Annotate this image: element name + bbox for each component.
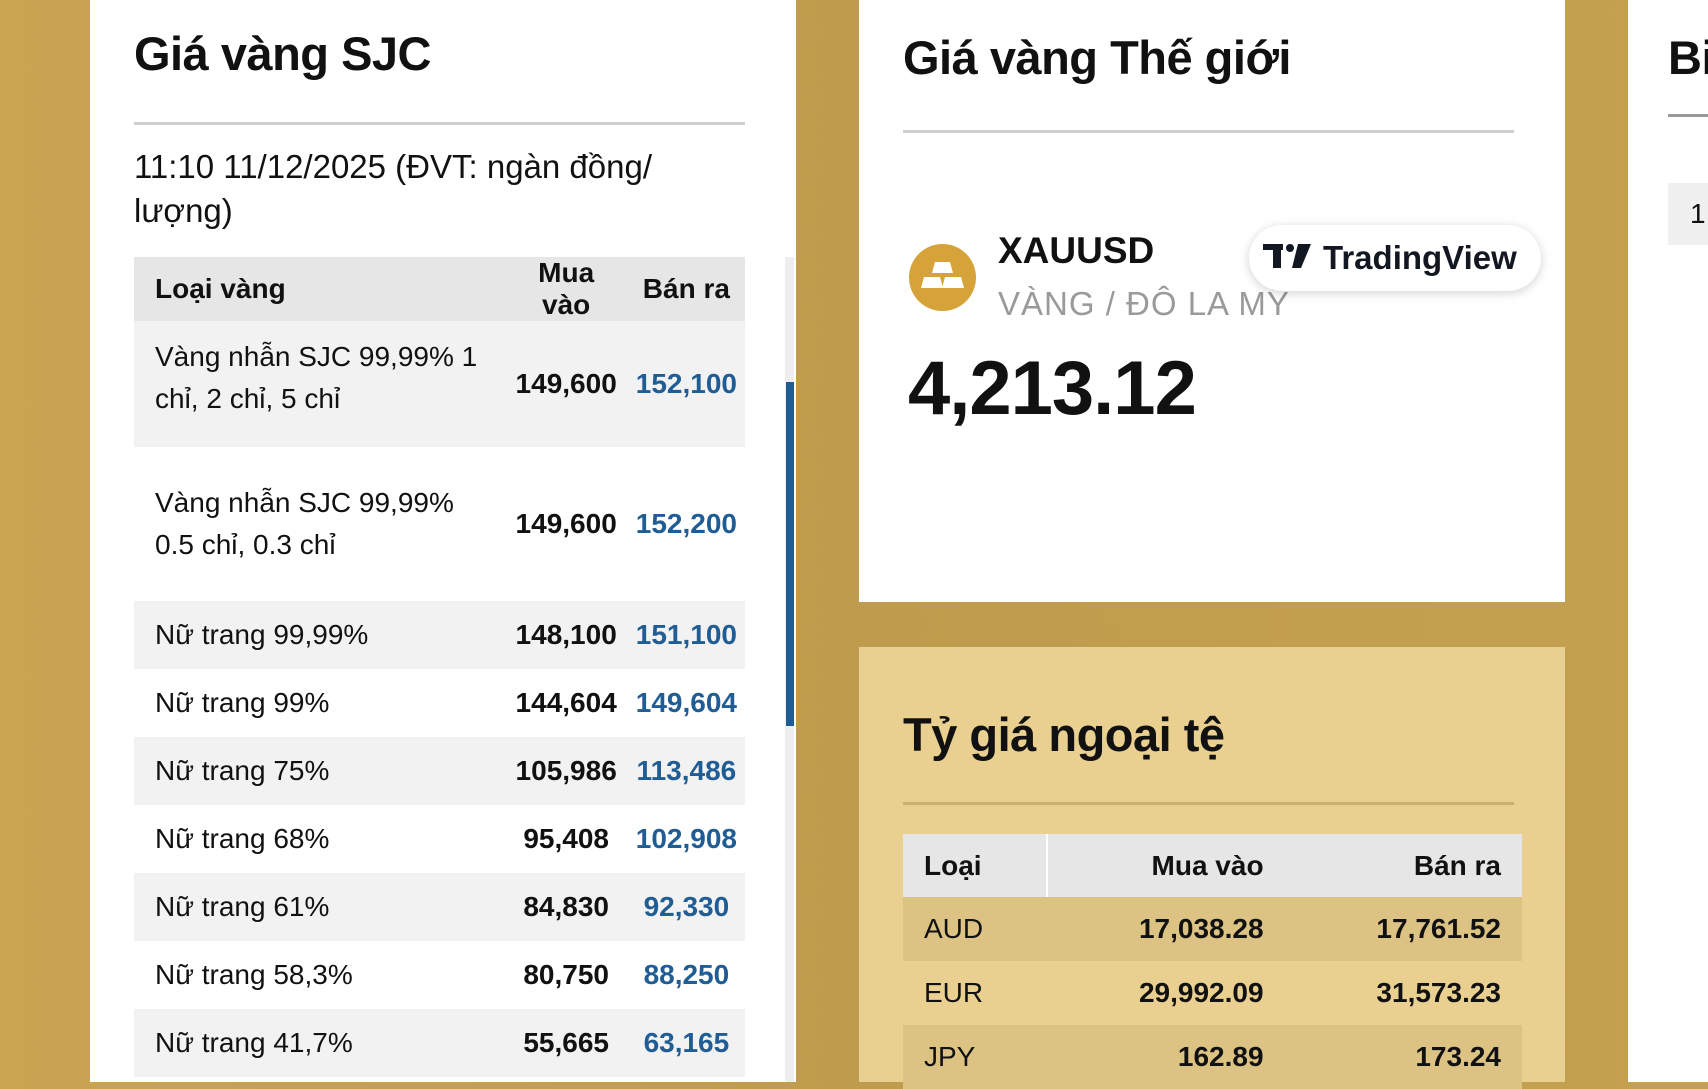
world-title: Giá vàng Thế giới <box>903 31 1291 84</box>
gold-type: Nữ trang 61% <box>134 873 505 941</box>
right-divider <box>1668 114 1708 117</box>
sell-price: 152,200 <box>635 508 737 539</box>
sell-price: 102,908 <box>635 823 737 854</box>
buy-price: 84,830 <box>504 873 628 941</box>
buy-price: 105,986 <box>504 737 628 805</box>
table-row: Vàng nhẫn SJC 99,99% 0.5 chỉ, 0.3 chỉ 149… <box>134 447 745 601</box>
table-row: AUD 17,038.28 17,761.52 <box>903 897 1522 961</box>
right-panel-title: Bi <box>1668 31 1708 84</box>
sell-price: 113,486 <box>627 737 745 805</box>
table-row: Nữ trang 41,7% 55,665 63,165 <box>134 1009 745 1077</box>
table-row: Vàng nhẫn SJC 99,99% 1 chỉ, 2 chỉ, 5 chỉ… <box>134 321 745 447</box>
ticker-description: VÀNG / ĐÔ LA MỸ <box>998 285 1290 322</box>
right-panel-partial: Bi 1 <box>1628 0 1708 1082</box>
col-fx-sell: Bán ra <box>1284 834 1522 897</box>
right-tab[interactable]: 1 <box>1668 183 1708 245</box>
buy-price: 148,100 <box>504 601 628 669</box>
col-currency: Loại <box>903 834 1049 897</box>
buy-price: 55,665 <box>504 1009 628 1077</box>
gold-price: 4,213.12 <box>908 346 1197 431</box>
sell-price: 63,165 <box>627 1009 745 1077</box>
gold-type: Nữ trang 41,7% <box>134 1009 505 1077</box>
fx-buy: 17,038.28 <box>1047 897 1285 961</box>
sell-price: 152,100 <box>627 321 745 447</box>
tradingview-logo-icon <box>1263 243 1313 274</box>
currency-code: AUD <box>903 897 1048 961</box>
table-row: EUR 29,992.09 31,573.23 <box>903 961 1522 1025</box>
fx-divider <box>903 802 1514 805</box>
fx-buy: 162.89 <box>1047 1025 1285 1089</box>
fx-rate-table: Loại Mua vào Bán ra AUD 17,038.28 17,761.5… <box>903 834 1522 1089</box>
sjc-updated-time: 11:10 11/12/2025 (ĐVT: ngàn đồng/ lượng) <box>134 148 653 229</box>
buy-price: 144,604 <box>515 687 617 718</box>
sjc-table-scroll[interactable]: Loại vàng Mua vào Bán ra Vàng nhẫn SJC 9… <box>134 257 745 1082</box>
fx-title: Tỷ giá ngoại tệ <box>903 708 1225 761</box>
tradingview-label: TradingView <box>1323 239 1517 276</box>
table-row: Nữ trang 99% 144,604 149,604 <box>134 669 745 737</box>
table-row: JPY 162.89 173.24 <box>903 1025 1522 1089</box>
gold-type: Vàng nhẫn SJC 99,99% 0.5 chỉ, 0.3 chỉ <box>155 487 454 560</box>
fx-sell: 17,761.52 <box>1284 897 1522 961</box>
ticker-symbol[interactable]: XAUUSD <box>998 230 1154 272</box>
table-row: Nữ trang 75% 105,986 113,486 <box>134 737 745 805</box>
fx-sell: 31,573.23 <box>1376 977 1501 1008</box>
sjc-title: Giá vàng SJC <box>134 27 432 80</box>
gold-bars-icon <box>909 244 976 311</box>
fx-buy: 29,992.09 <box>1138 977 1264 1008</box>
buy-price: 80,750 <box>523 959 609 990</box>
gold-type: Nữ trang 99,99% <box>134 601 505 669</box>
col-fx-buy: Mua vào <box>1047 834 1285 897</box>
sell-price: 151,100 <box>627 601 745 669</box>
currency-code: JPY <box>903 1025 1048 1089</box>
col-gold-type: Loại vàng <box>134 257 505 321</box>
world-divider <box>903 130 1514 133</box>
sell-price: 88,250 <box>643 959 730 990</box>
sjc-price-table: Loại vàng Mua vào Bán ra Vàng nhẫn SJC 9… <box>134 257 745 1077</box>
table-row: Nữ trang 99,99% 148,100 151,100 <box>134 601 745 669</box>
sjc-scrollbar-thumb[interactable] <box>786 382 794 726</box>
gold-type: Nữ trang 75% <box>134 737 505 805</box>
gold-type: Vàng nhẫn SJC 99,99% 1 chỉ, 2 chỉ, 5 chỉ <box>134 321 505 447</box>
col-buy: Mua vào <box>504 257 628 321</box>
sjc-divider <box>134 122 745 125</box>
buy-price: 149,600 <box>515 508 617 539</box>
sell-price: 92,330 <box>627 873 745 941</box>
buy-price: 149,600 <box>504 321 628 447</box>
gold-type: Nữ trang 99% <box>155 687 330 718</box>
tradingview-link[interactable]: TradingView <box>1249 225 1541 291</box>
table-row: Nữ trang 58,3% 80,750 88,250 <box>134 941 745 1009</box>
buy-price: 95,408 <box>523 823 609 854</box>
currency-code: EUR <box>924 977 984 1008</box>
gold-type: Nữ trang 58,3% <box>155 959 353 990</box>
fx-sell: 173.24 <box>1284 1025 1522 1089</box>
sjc-gold-panel: Giá vàng SJC 11:10 11/12/2025 (ĐVT: ngàn… <box>90 0 796 1082</box>
col-sell: Bán ra <box>627 257 745 321</box>
gold-type: Nữ trang 68% <box>155 823 330 854</box>
table-row: Nữ trang 61% 84,830 92,330 <box>134 873 745 941</box>
table-row: Nữ trang 68% 95,408 102,908 <box>134 805 745 873</box>
sell-price: 149,604 <box>635 687 737 718</box>
